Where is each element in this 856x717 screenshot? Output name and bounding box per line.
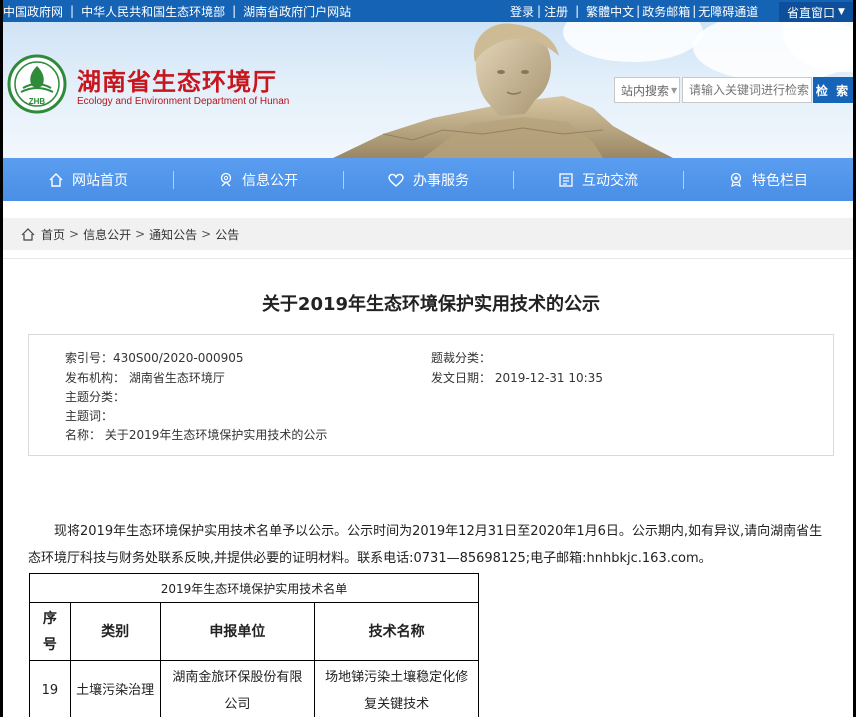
separator: | — [537, 4, 542, 18]
breadcrumb-info[interactable]: 信息公开 — [83, 226, 131, 243]
cell-applicant: 湖南金旅环保股份有限公司 — [159, 660, 316, 717]
nav-info-disclosure[interactable]: 信息公开 — [173, 158, 343, 201]
breadcrumb-home[interactable]: 首页 — [41, 226, 65, 243]
nav-label: 信息公开 — [242, 172, 298, 189]
page-frame: 中国政府网 | 中华人民共和国生态环境部 | 湖南省政府门户网站 登录 | 注册… — [0, 0, 856, 717]
top-utility-bar: 中国政府网 | 中华人民共和国生态环境部 | 湖南省政府门户网站 登录 | 注册… — [3, 0, 853, 22]
nav-label: 网站首页 — [72, 172, 128, 189]
cell-category: 土壤污染治理 — [69, 660, 161, 717]
technology-list-table: 2019年生态环境保护实用技术名单 序号 类别 申报单位 技术名称 19 土壤污… — [29, 573, 479, 717]
nav-featured[interactable]: 特色栏目 — [683, 158, 853, 201]
breadcrumb-announcement[interactable]: 公告 — [215, 226, 239, 243]
table-row: 19 土壤污染治理 湖南金旅环保股份有限公司 场地锑污染土壤稳定化修复关键技术 — [29, 660, 479, 717]
accessibility-link[interactable]: 无障碍通道 — [698, 3, 758, 20]
table-header-row: 序号 类别 申报单位 技术名称 — [29, 602, 479, 661]
link-hunan-gov[interactable]: 湖南省政府门户网站 — [243, 3, 351, 20]
separator: | — [70, 4, 75, 18]
breadcrumb: 首页 > 信息公开 > 通知公告 > 公告 — [3, 218, 853, 250]
meta-genre: 题裁分类： — [431, 351, 492, 365]
article-metadata: 索引号：430S00/2020-000905 题裁分类： 发布机构： 湖南省生态… — [28, 334, 834, 456]
search-button[interactable]: 检 索 — [813, 77, 853, 103]
separator: | — [636, 4, 641, 18]
search-input[interactable] — [682, 77, 812, 103]
header-tech-name: 技术名称 — [314, 602, 479, 661]
breadcrumb-notices[interactable]: 通知公告 — [149, 226, 197, 243]
gov-window-dropdown[interactable]: 省直窗口 ▼ — [779, 2, 853, 22]
table-caption-row: 2019年生态环境保护实用技术名单 — [29, 573, 479, 603]
article-title: 关于2019年生态环境保护实用技术的公示 — [261, 294, 601, 315]
site-title: 湖南省生态环境厅 — [77, 67, 277, 96]
login-link[interactable]: 登录 — [510, 3, 534, 20]
breadcrumb-separator: > — [69, 227, 80, 241]
divider — [3, 258, 853, 259]
separator: | — [575, 4, 580, 18]
meta-index: 索引号：430S00/2020-000905 — [65, 351, 244, 365]
gov-mail-link[interactable]: 政务邮箱 — [642, 3, 690, 20]
separator: | — [232, 4, 237, 18]
site-banner: ZHB 湖南省生态环境厅 Ecology and Environment Dep… — [3, 22, 853, 158]
search-scope-label: 站内搜索 — [621, 83, 670, 98]
header-category: 类别 — [69, 602, 161, 661]
feature-icon — [730, 172, 742, 187]
chat-icon — [559, 172, 573, 187]
meta-name: 名称： 关于2019年生态环境保护实用技术的公示 — [65, 428, 328, 442]
external-links: 中国政府网 | 中华人民共和国生态环境部 | 湖南省政府门户网站 — [3, 0, 351, 22]
nav-label: 互动交流 — [582, 172, 638, 189]
chevron-down-icon: ▼ — [671, 85, 678, 95]
nav-services[interactable]: 办事服务 — [343, 158, 513, 201]
search-scope-select[interactable]: 站内搜索 ▼ — [614, 77, 680, 103]
article-paragraph: 现将2019年生态环境保护实用技术名单予以公示。公示时间为2019年12月31日… — [28, 524, 823, 566]
home-icon — [21, 227, 35, 241]
meta-keywords: 主题词： — [65, 409, 114, 423]
chevron-down-icon: ▼ — [838, 7, 845, 17]
link-mee[interactable]: 中华人民共和国生态环境部 — [81, 3, 225, 20]
nav-label: 办事服务 — [413, 172, 469, 189]
zhb-logo[interactable]: ZHB — [7, 54, 67, 116]
breadcrumb-separator: > — [135, 227, 146, 241]
header-applicant: 申报单位 — [159, 602, 316, 661]
info-icon — [220, 172, 232, 186]
nav-label: 特色栏目 — [752, 172, 808, 189]
svg-text:ZHB: ZHB — [29, 97, 46, 106]
cell-serial: 19 — [29, 660, 71, 717]
meta-date: 发文日期： 2019-12-31 10:35 — [431, 371, 603, 385]
nav-interaction[interactable]: 互动交流 — [513, 158, 683, 201]
link-china-gov[interactable]: 中国政府网 — [3, 3, 63, 20]
register-link[interactable]: 注册 — [544, 3, 568, 20]
traditional-chinese-link[interactable]: 繁體中文 — [586, 3, 634, 20]
account-links: 登录 | 注册 | 繁體中文 | 政务邮箱 | 无障碍通道 — [510, 0, 758, 22]
meta-publisher: 发布机构： 湖南省生态环境厅 — [65, 371, 225, 385]
cell-tech-name: 场地锑污染土壤稳定化修复关键技术 — [314, 660, 479, 717]
logo-emblem-icon: ZHB — [7, 54, 67, 114]
separator: | — [692, 4, 697, 18]
gov-window-label: 省直窗口 — [787, 5, 836, 20]
main-nav: 网站首页 信息公开 办事服务 互动交流 特色栏目 — [3, 158, 853, 201]
heart-icon — [388, 173, 404, 187]
table-caption: 2019年生态环境保护实用技术名单 — [29, 573, 479, 603]
meta-topic-category: 主题分类： — [65, 390, 126, 404]
breadcrumb-separator: > — [201, 227, 212, 241]
nav-home[interactable]: 网站首页 — [3, 158, 173, 201]
home-icon — [49, 172, 63, 187]
site-subtitle: Ecology and Environment Department of Hu… — [77, 96, 290, 107]
header-serial: 序号 — [29, 602, 71, 661]
